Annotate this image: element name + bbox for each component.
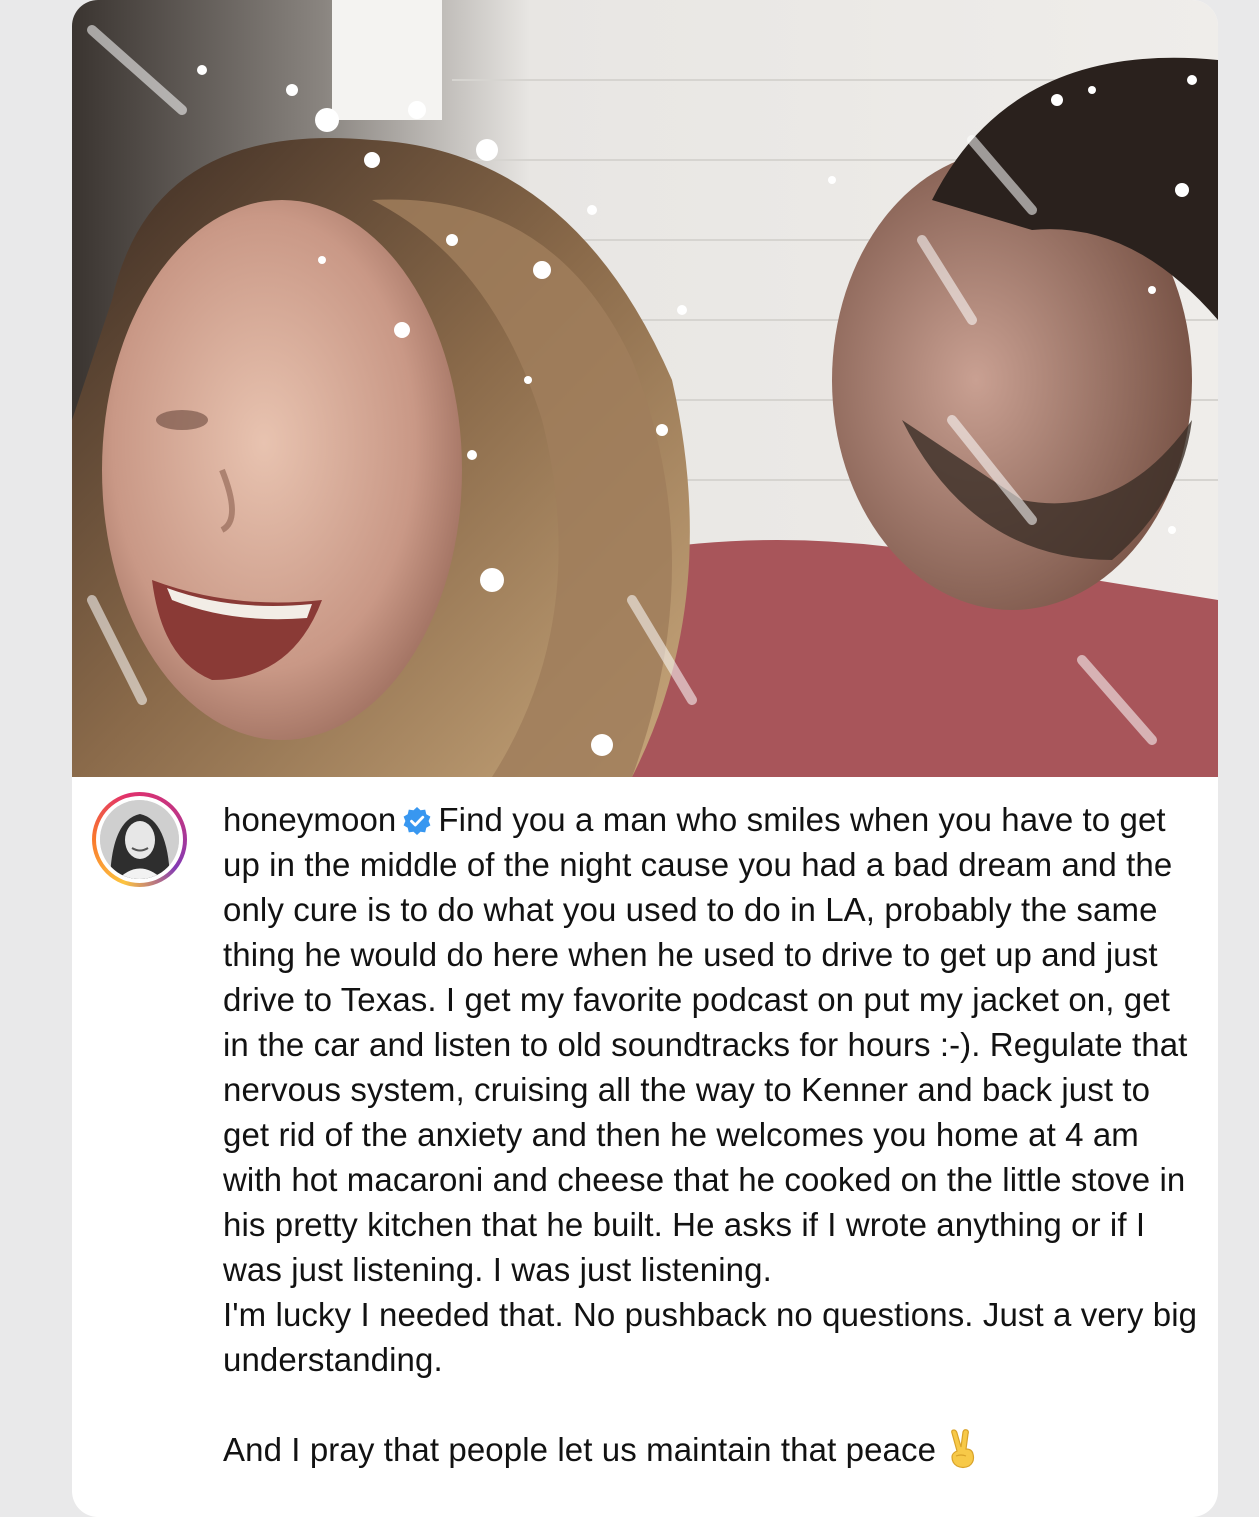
caption-paragraph-2: I'm lucky I needed that. No pushback no … xyxy=(223,1296,1198,1378)
verified-badge-icon xyxy=(402,802,432,835)
caption-paragraph: honeymoon Find you a man who smiles when … xyxy=(223,797,1203,1292)
profile-avatar-ring[interactable] xyxy=(92,792,187,887)
caption-text: Find you a man who smiles when you have … xyxy=(223,801,1188,1288)
post-photo[interactable] xyxy=(72,0,1218,777)
caption-closing-text: And I pray that people let us maintain t… xyxy=(223,1431,937,1468)
post-photo-image xyxy=(72,0,1218,777)
post-card: honeymoon Find you a man who smiles when … xyxy=(72,0,1218,1517)
caption-paragraph-3: And I pray that people let us maintain t… xyxy=(223,1427,1203,1472)
post-caption: honeymoon Find you a man who smiles when … xyxy=(223,797,1203,1472)
victory-hand-icon xyxy=(944,1429,982,1469)
avatar[interactable] xyxy=(100,800,179,879)
username-link[interactable]: honeymoon xyxy=(223,801,396,838)
avatar-image xyxy=(100,800,179,879)
